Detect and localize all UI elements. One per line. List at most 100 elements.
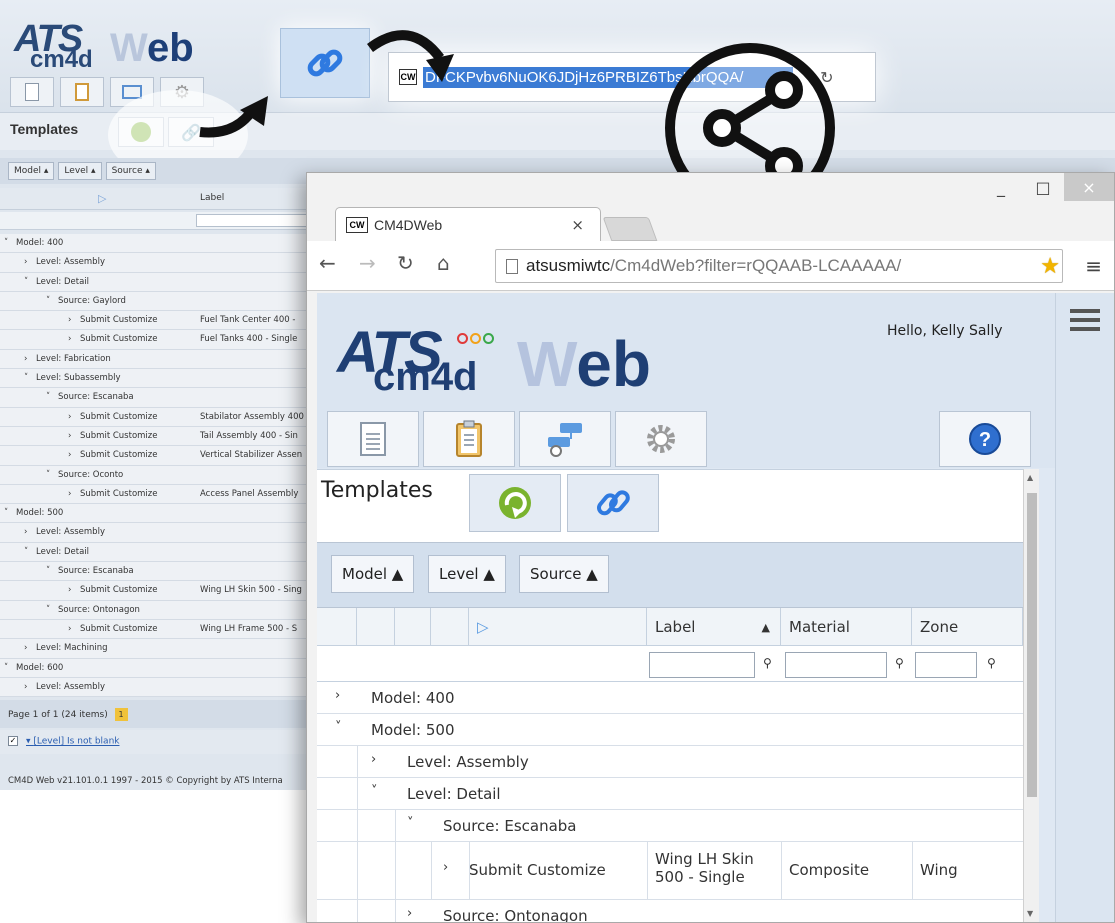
bg-row-expander-icon[interactable]: ˅ (4, 663, 8, 673)
group-row[interactable]: › Level: Assembly (317, 746, 1023, 778)
group-row[interactable]: ˅ Source: Escanaba (317, 810, 1023, 842)
star-icon[interactable]: ★ (1040, 254, 1060, 279)
settings-button[interactable] (615, 411, 707, 467)
group-chip-model[interactable]: Model ▲ (331, 555, 415, 593)
scroll-down-icon[interactable]: ▼ (1027, 909, 1033, 918)
bg-row-expander-icon[interactable]: ˅ (4, 508, 8, 518)
bg-clipboard-button[interactable] (60, 77, 104, 107)
bg-row-expander-icon[interactable]: › (68, 450, 71, 460)
submit-customize-command[interactable]: Submit Customize (469, 861, 606, 879)
expander-icon[interactable]: › (371, 752, 376, 767)
bg-row-expander-icon[interactable]: ˅ (46, 566, 50, 576)
group-chip-level[interactable]: Level ▲ (428, 555, 506, 593)
bg-row-expander-icon[interactable]: › (24, 643, 27, 653)
column-header-zone[interactable]: Zone (912, 608, 1023, 646)
table-row[interactable]: › Submit Customize Wing LH Skin 500 - Sing… (317, 842, 1023, 900)
column-header-label[interactable]: Label ▲ (647, 608, 781, 646)
scroll-thumb[interactable] (1027, 493, 1037, 797)
bg-row-label: Fuel Tank Center 400 - (200, 315, 296, 326)
expander-icon[interactable]: ˅ (335, 720, 342, 735)
group-row[interactable]: ˅ Level: Detail (317, 778, 1023, 810)
group-chip-source[interactable]: Source ▲ (519, 555, 609, 593)
bg-label-filter-input[interactable] (196, 214, 316, 227)
back-icon[interactable]: ← (319, 251, 336, 275)
bg-chip-model[interactable]: Model ▴ (8, 162, 55, 180)
bg-row-expander-icon[interactable]: ˅ (46, 470, 50, 480)
indent-guide (357, 810, 358, 841)
logo-dot-green (483, 333, 494, 344)
scroll-up-icon[interactable]: ▲ (1027, 473, 1033, 482)
close-window-button[interactable]: × (1064, 173, 1114, 201)
bg-condition-checkbox[interactable]: ✓ (8, 736, 18, 746)
bg-row-expander-icon[interactable]: ˅ (24, 547, 28, 557)
expander-icon[interactable]: › (443, 860, 448, 875)
templates-button[interactable] (423, 411, 515, 467)
bg-row-label: Fuel Tanks 400 - Single (200, 334, 298, 345)
refresh-button[interactable] (469, 474, 561, 532)
bg-row-expander-icon[interactable]: › (24, 257, 27, 267)
documents-button[interactable] (327, 411, 419, 467)
bg-document-button[interactable] (10, 77, 54, 107)
label-filter-input[interactable] (649, 652, 755, 678)
material-filter-icon[interactable]: ⚲ (895, 656, 904, 670)
browser-tab[interactable]: CW CM4DWeb × (335, 207, 601, 241)
minimize-button[interactable]: _ (980, 173, 1022, 201)
bg-logo-web: Web (110, 26, 194, 71)
reload-icon[interactable]: ↻ (397, 251, 414, 275)
column-header-material[interactable]: Material (781, 608, 912, 646)
bg-row-expander-icon[interactable]: ˅ (24, 373, 28, 383)
maximize-button[interactable]: □ (1022, 173, 1064, 201)
bg-pager-page[interactable]: 1 (114, 708, 128, 721)
hamburger-icon[interactable] (1070, 309, 1100, 336)
bg-row-expander-icon[interactable]: › (68, 624, 71, 634)
group-row[interactable]: ˅ Model: 500 (317, 714, 1023, 746)
label-filter-icon[interactable]: ⚲ (763, 656, 772, 670)
bg-row-expander-icon[interactable]: › (68, 334, 71, 344)
bg-chip-source[interactable]: Source ▴ (105, 162, 156, 180)
bg-row-expander-icon[interactable]: › (68, 585, 71, 595)
content-scrollbar[interactable]: ▲ ▼ (1023, 469, 1039, 922)
group-row[interactable]: › Source: Ontonagon (317, 900, 1023, 922)
bg-label-column[interactable]: Label (200, 193, 224, 203)
browser-menu-icon[interactable]: ≡ (1085, 254, 1102, 278)
bg-row-expander-icon[interactable]: › (68, 489, 71, 499)
new-tab-button[interactable] (602, 217, 658, 241)
app-toolbar (327, 411, 707, 467)
bg-row-expander-icon[interactable]: ˅ (4, 238, 8, 248)
bg-row-expander-icon[interactable]: › (24, 682, 27, 692)
sort-asc-icon: ▲ (761, 620, 770, 634)
expander-icon[interactable]: ˅ (371, 784, 378, 799)
bg-condition-link[interactable]: ▾ [Level] Is not blank (26, 737, 119, 747)
tab-close-button[interactable]: × (571, 216, 584, 234)
expander-icon[interactable]: › (407, 906, 412, 921)
material-filter-input[interactable] (785, 652, 887, 678)
group-row[interactable]: › Model: 400 (317, 682, 1023, 714)
bg-row-expander-icon[interactable]: › (68, 412, 71, 422)
grid-header-command[interactable]: ▷ (469, 608, 647, 646)
forward-icon[interactable]: → (359, 251, 376, 275)
bg-row-expander-icon[interactable]: ˅ (46, 296, 50, 306)
bg-row-expander-icon[interactable]: › (68, 431, 71, 441)
bg-row-expander-icon[interactable]: › (68, 315, 71, 325)
bg-row-expander-icon[interactable]: ˅ (24, 277, 28, 287)
logo-dots (457, 333, 494, 344)
home-icon[interactable]: ⌂ (437, 251, 450, 275)
bg-row-expander-icon[interactable]: ˅ (46, 392, 50, 402)
expander-icon[interactable]: › (335, 688, 340, 703)
network-button[interactable] (519, 411, 611, 467)
bg-row-text: Level: Detail (36, 546, 90, 557)
share-link-button[interactable] (567, 474, 659, 532)
bg-row-expander-icon[interactable]: › (24, 527, 27, 537)
bg-row-expander-icon[interactable]: › (24, 354, 27, 364)
help-button[interactable]: ? (939, 411, 1031, 467)
bg-chip-level[interactable]: Level ▴ (58, 162, 102, 180)
zone-filter-icon[interactable]: ⚲ (987, 656, 996, 670)
bg-row-text: Submit Customize (80, 315, 158, 326)
address-bar[interactable]: atsusmiwtc/Cm4dWeb?filter=rQQAAB-LCAAAAA… (495, 249, 1063, 283)
bg-row-label: Tail Assembly 400 - Sin (200, 430, 298, 441)
bg-row-text: Level: Assembly (36, 257, 105, 268)
bg-row-expander-icon[interactable]: ˅ (46, 605, 50, 615)
zone-filter-input[interactable] (915, 652, 977, 678)
expander-icon[interactable]: ˅ (407, 816, 414, 831)
bg-row-text: Submit Customize (80, 334, 158, 345)
